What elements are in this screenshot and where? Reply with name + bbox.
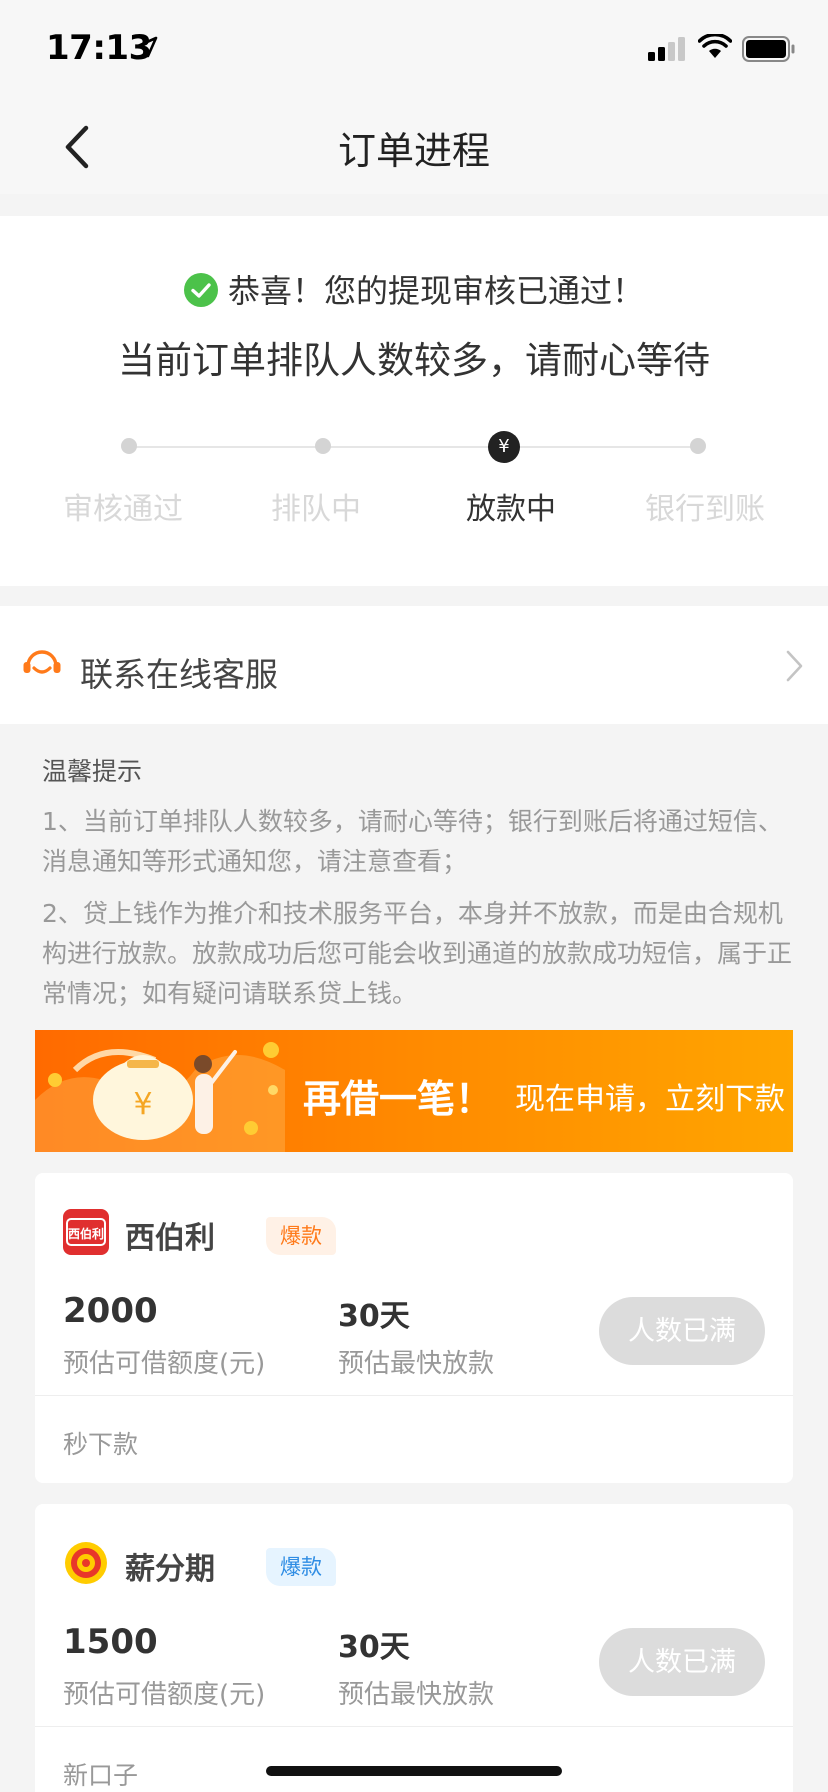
step-label-bank: 银行到账 [645,492,765,527]
wifi-icon [698,34,732,58]
nav-bar: 订单进程 [0,100,828,194]
cellular-signal-icon [648,37,685,61]
full-quota-button[interactable]: 人数已满 [599,1628,765,1696]
success-message: 恭喜！您的提现审核已通过！ [0,266,828,312]
xinfenqi-logo [65,1542,107,1584]
hot-badge: 爆款 [266,1217,336,1255]
tips-section: 温馨提示 1、当前订单排队人数较多，请耐心等待；银行到账后将通过短信、消息通知等… [42,752,792,1026]
step-label-lending: 放款中 [466,492,556,527]
borrow-again-banner[interactable]: ¥ 再借一笔！ 现在申请，立刻下款 [35,1030,793,1152]
money-bag-illustration: ¥ [35,1042,285,1152]
progress-line [130,446,700,448]
loan-amount: 1500 [63,1622,158,1662]
card-divider [35,1395,793,1396]
tip-item: 2、贷上钱作为推介和技术服务平台，本身并不放款，而是由合规机构进行放款。放款成功… [42,899,793,1008]
svg-text:西伯利: 西伯利 [68,1226,104,1241]
amount-label: 预估可借额度(元) [63,1680,266,1710]
success-text: 恭喜！您的提现审核已通过！ [227,272,644,310]
home-indicator [266,1766,562,1776]
check-circle-icon [183,273,218,307]
chevron-right-icon [786,650,803,682]
status-bar: 17:13 [0,0,828,100]
yuan-step-icon: ¥ [488,431,520,463]
banner-title: 再借一笔！ [303,1077,494,1121]
order-status-card: 恭喜！您的提现审核已通过！ 当前订单排队人数较多，请耐心等待 ¥ 审核通过 排队… [0,216,828,586]
amount-label: 预估可借额度(元) [63,1349,266,1379]
loan-days: 30天 [338,1299,410,1334]
product-name: 薪分期 [125,1552,215,1587]
location-arrow-icon [136,36,158,58]
step-label-queue: 排队中 [271,492,361,527]
product-card[interactable]: 薪分期 爆款 1500 预估可借额度(元) 30天 预估最快放款 人数已满 新口… [35,1504,793,1792]
wait-message: 当前订单排队人数较多，请耐心等待 [118,339,710,382]
banner-subtitle: 现在申请，立刻下款 [515,1082,785,1117]
product-card[interactable]: 西伯利 西伯利 爆款 2000 预估可借额度(元) 30天 预估最快放款 人数已… [35,1173,793,1483]
hot-badge: 爆款 [266,1548,336,1586]
xiboli-logo: 西伯利 [63,1209,109,1255]
card-divider [35,1726,793,1727]
product-name: 西伯利 [125,1221,215,1256]
days-label: 预估最快放款 [338,1680,495,1710]
days-label: 预估最快放款 [338,1349,495,1379]
product-tagline: 新口子 [63,1761,139,1790]
contact-service-row[interactable]: 联系在线客服 [0,606,828,724]
step-dot-bank [690,438,706,454]
full-quota-button[interactable]: 人数已满 [599,1297,765,1365]
step-dot-queue [315,438,331,454]
tips-title: 温馨提示 [42,757,143,786]
tip-item: 1、当前订单排队人数较多，请耐心等待；银行到账后将通过短信、消息通知等形式通知您… [42,807,783,876]
loan-amount: 2000 [63,1291,158,1331]
step-label-review: 审核通过 [63,492,183,527]
loan-days: 30天 [338,1630,410,1665]
page-title: 订单进程 [337,129,490,173]
product-tagline: 秒下款 [63,1430,139,1459]
step-dot-review [121,438,137,454]
battery-icon [742,36,795,62]
yuan-symbol: ¥ [133,1087,152,1122]
headset-icon [23,650,61,674]
service-label: 联系在线客服 [80,655,278,694]
